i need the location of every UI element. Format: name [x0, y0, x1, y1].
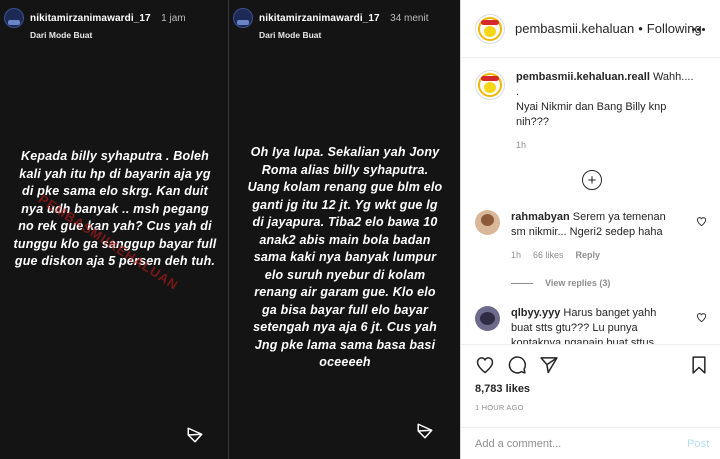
- caption-body: pembasmii.kehaluan.reall Wahh.... . Nyai…: [516, 70, 694, 153]
- story-header: nikitamirzanimawardi_17 34 menit Dari Mo…: [233, 8, 429, 40]
- commenter-avatar[interactable]: [475, 306, 500, 331]
- account-username[interactable]: pembasmii.kehaluan: [515, 21, 634, 36]
- comment-input[interactable]: [475, 438, 665, 450]
- more-options-icon[interactable]: [689, 20, 707, 38]
- post-actions: 8,783 likes 1 HOUR AGO Post: [461, 344, 720, 459]
- comment-likes[interactable]: 66 likes: [533, 248, 564, 263]
- caption-username[interactable]: pembasmii.kehaluan.reall: [516, 71, 650, 83]
- comment-username[interactable]: qlbyy.yyy: [511, 307, 560, 319]
- post-caption: pembasmii.kehaluan.reall Wahh.... . Nyai…: [475, 70, 707, 153]
- story-username[interactable]: nikitamirzanimawardi_17: [259, 13, 380, 24]
- post-header: pembasmii.kehaluan • Following: [461, 0, 720, 58]
- view-replies-button[interactable]: View replies (3): [511, 278, 610, 288]
- story-card-1[interactable]: nikitamirzanimawardi_17 1 jam Dari Mode …: [0, 0, 228, 459]
- story-avatar[interactable]: [4, 8, 24, 28]
- view-replies-label[interactable]: View replies (3): [545, 278, 610, 288]
- stories-panel: nikitamirzanimawardi_17 1 jam Dari Mode …: [0, 0, 460, 459]
- heart-icon[interactable]: [696, 216, 707, 227]
- add-comment-bar: Post: [461, 427, 720, 459]
- caption-time[interactable]: 1h: [516, 138, 694, 153]
- likes-count[interactable]: 8,783 likes: [475, 383, 530, 395]
- story-username[interactable]: nikitamirzanimawardi_17: [30, 13, 151, 24]
- replies-line: [511, 282, 533, 284]
- load-more-comments-button[interactable]: +: [582, 170, 602, 190]
- story-meta: nikitamirzanimawardi_17 1 jam Dari Mode …: [30, 8, 186, 40]
- story-subtitle: Dari Mode Buat: [259, 30, 322, 40]
- post-timestamp[interactable]: 1 HOUR AGO: [475, 403, 524, 412]
- send-icon[interactable]: [416, 422, 434, 440]
- story-time: 34 menit: [390, 13, 429, 24]
- header-separator: •: [638, 21, 643, 36]
- story-text: Oh Iya lupa. Sekalian yah Jony Roma alia…: [247, 145, 443, 369]
- send-icon[interactable]: [186, 426, 204, 444]
- post-comment-button[interactable]: Post: [687, 438, 709, 450]
- like-heart-icon[interactable]: [475, 355, 495, 375]
- post-panel: pembasmii.kehaluan • Following pembasmii…: [460, 0, 720, 459]
- comment-body: rahmabyan Serem ya temenan sm nikmir... …: [511, 210, 686, 263]
- comment-username[interactable]: rahmabyan: [511, 211, 570, 223]
- comment-item: rahmabyan Serem ya temenan sm nikmir... …: [475, 210, 720, 263]
- plus-icon: +: [587, 171, 597, 189]
- story-meta: nikitamirzanimawardi_17 34 menit Dari Mo…: [259, 8, 429, 40]
- comment-meta: 1h 66 likes Reply: [511, 248, 686, 263]
- commenter-avatar[interactable]: [475, 210, 500, 235]
- story-subtitle: Dari Mode Buat: [30, 30, 93, 40]
- story-header: nikitamirzanimawardi_17 1 jam Dari Mode …: [4, 8, 186, 40]
- comment-time[interactable]: 1h: [511, 248, 521, 263]
- caption-avatar[interactable]: [475, 70, 505, 100]
- story-time: 1 jam: [161, 13, 186, 24]
- comment-icon[interactable]: [507, 355, 527, 375]
- bookmark-icon[interactable]: [689, 355, 709, 375]
- account-avatar[interactable]: [475, 13, 505, 44]
- reply-button[interactable]: Reply: [576, 248, 601, 263]
- story-card-2[interactable]: nikitamirzanimawardi_17 34 menit Dari Mo…: [229, 0, 460, 459]
- heart-icon[interactable]: [696, 312, 707, 323]
- story-avatar[interactable]: [233, 8, 253, 28]
- share-icon[interactable]: [539, 355, 559, 375]
